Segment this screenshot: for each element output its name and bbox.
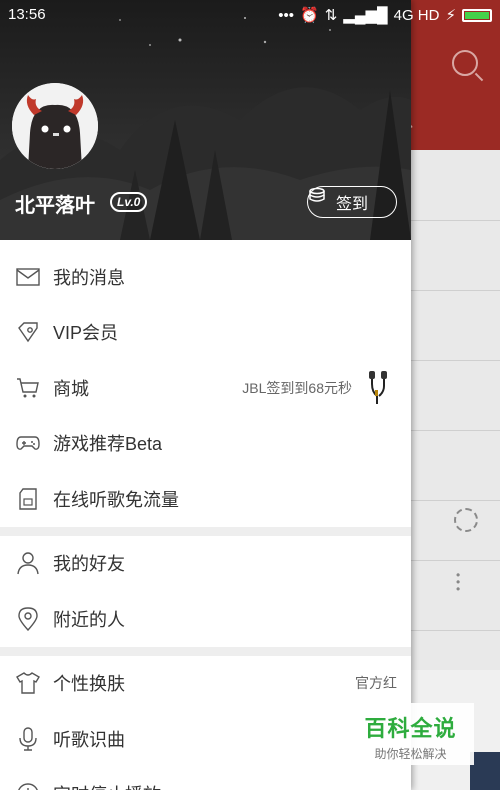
menu-item-label: VIP会员 [53,323,119,344]
clock-icon [18,783,38,790]
sim-card-icon [19,488,37,510]
skin-current-value: 官方红 [355,675,397,692]
person-icon [17,552,39,575]
dots-icon: ••• [278,6,295,24]
alarm-icon: ⏰ [300,7,319,24]
mail-icon [16,268,40,286]
profile-header: 北平落叶 Lv.0 签到 [0,0,411,240]
menu-item-label: 个性换肤 [53,674,125,695]
avatar[interactable] [12,83,98,169]
watermark-title: 百科全说 [364,716,457,741]
data-arrows-icon: ⇅ [324,7,338,24]
cart-icon [17,378,39,398]
earphones-icon [369,370,387,404]
watermark-subtitle: 助你轻松解决 [374,747,447,761]
status-time: 13:56 [8,6,46,23]
navigation-drawer: 北平落叶 Lv.0 签到 我的消息 VIP会员 商城 JBL签到到68元秒 游戏… [0,0,411,790]
menu-item-label: 游戏推荐Beta [53,434,163,455]
search-icon[interactable] [452,50,478,76]
menu-item-label: 我的消息 [53,267,125,288]
status-bar: 13:56 ••• ⏰ ⇅ ▂▄▆█ 4G HD ⚡ [0,0,500,28]
gear-icon[interactable] [454,508,478,532]
menu-item-store[interactable]: 商城 JBL签到到68元秒 [0,360,411,416]
watermark: 百科全说 助你轻松解决 [347,703,474,765]
menu-item-free-data[interactable]: 在线听歌免流量 [0,471,411,527]
gamepad-icon [16,436,40,451]
username[interactable]: 北平落叶 [15,189,95,218]
menu-item-friends[interactable]: 我的好友 [0,536,411,592]
menu-item-label: 附近的人 [53,609,125,630]
menu-item-label: 在线听歌免流量 [53,489,179,510]
section-divider [0,526,411,536]
more-vertical-icon[interactable]: • • • [456,569,460,595]
location-icon [18,607,38,631]
section-divider [0,646,411,656]
menu-item-vip[interactable]: VIP会员 [0,305,411,361]
menu-item-nearby[interactable]: 附近的人 [0,591,411,647]
menu-item-sleep-timer[interactable]: 定时停止播放 [0,767,411,790]
menu-item-label: 听歌识曲 [53,729,125,750]
mic-icon [19,727,37,751]
menu-item-games[interactable]: 游戏推荐Beta [0,416,411,472]
checkin-button[interactable]: 签到 [307,186,397,218]
store-promo-text: JBL签到到68元秒 [242,379,352,396]
network-label: 4G HD [393,6,440,24]
signal-icon: ▂▄▆█ [343,7,388,24]
menu-item-label: 我的好友 [53,554,125,575]
battery-icon [462,8,492,22]
coins-icon [309,187,325,202]
menu-item-label: 商城 [53,378,89,399]
diamond-icon [18,322,38,343]
charging-icon: ⚡ [445,7,456,24]
checkin-label: 签到 [335,196,368,213]
album-thumbnail[interactable] [470,752,500,790]
tshirt-icon [16,672,40,694]
level-badge[interactable]: Lv.0 [110,192,148,212]
menu-item-messages[interactable]: 我的消息 [0,249,411,305]
menu-item-label: 定时停止播放 [53,781,161,790]
